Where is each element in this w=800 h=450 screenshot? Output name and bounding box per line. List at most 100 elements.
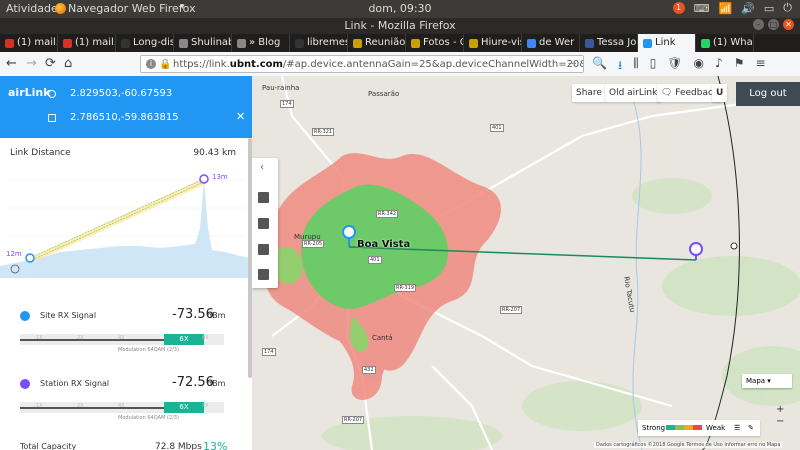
forward-button[interactable]: → [26,56,37,71]
back-button[interactable]: ← [6,56,17,71]
close-icon[interactable]: ✕ [236,110,245,123]
browser-tab[interactable]: de Wer [522,34,580,52]
browser-tab[interactable]: Tessa Jo [580,34,638,52]
battery-icon[interactable]: ▭ [764,2,774,15]
url-rest: /#ap.device.antennaGain=25&ap.deviceChan… [282,59,583,70]
map-attribution[interactable]: Dados cartográficos ©2018 Google Termos … [594,442,783,448]
map-toolbar: ‹ [252,158,278,288]
browser-tab[interactable]: (1) Wha [696,34,754,52]
tab-favicon-icon [469,38,478,48]
station-pin-icon [48,114,56,122]
document-icon[interactable] [258,244,269,255]
link-distance-value: 90.43 km [193,148,236,158]
power-icon[interactable]: ⏻ [783,1,792,15]
site-coordinates[interactable]: 2.829503,-60.67593 [70,88,172,99]
site-modulation-text: Modulation 64QAM (2/3) [118,347,179,353]
tab-label: Long-dis [133,37,174,48]
browser-tab[interactable]: Link [638,34,696,52]
browser-tab[interactable]: Shulinab vill [174,34,232,52]
browser-tab[interactable]: (1) mail. [58,34,116,52]
station-coordinates[interactable]: 2.786510,-59.863815 [70,112,179,123]
cart-icon[interactable] [258,269,269,280]
browser-tab[interactable]: (1) mail. [0,34,58,52]
library-icon[interactable]: ⫼ [633,56,639,77]
tab-label: Tessa Jo [597,37,637,48]
maximize-button[interactable]: □ [768,19,779,30]
save-icon[interactable] [258,192,269,203]
map-type-label: Mapa [746,377,766,385]
road-tag: 401 [368,256,382,264]
volume-icon[interactable]: 🔊 [741,2,755,15]
network-icon[interactable]: 📶 [718,2,732,15]
ubiquiti-logo-icon[interactable]: U [712,84,728,102]
modulation-tick: 1X [36,403,43,409]
logout-button[interactable]: Log out [736,82,800,106]
browser-tab[interactable]: libremes [290,34,348,52]
station-altitude: 13m [212,173,228,181]
zoom-in-button[interactable]: + [776,404,784,416]
site-rx-signal: Site RX Signal -73.56 dBm 1X 2X 4X 6X 8X… [0,307,252,368]
site-marker[interactable] [342,225,356,239]
road-tag: RR-205 [302,240,325,248]
link-details-panel: Link Distance 90.43 km 12m 13m Site RX S… [0,138,252,450]
folder-icon[interactable] [258,218,269,229]
city-label: Boa Vista [357,239,411,250]
extension-icon[interactable]: 🛡 [667,56,682,77]
legend-color-swatch [684,425,693,430]
close-window-button[interactable]: ✕ [783,19,794,30]
tab-favicon-icon [585,38,594,48]
modulation-tick: 1X [36,335,43,341]
window-titlebar: Link - Mozilla Firefox – □ ✕ [0,18,800,34]
modulation-tick: 4X [118,403,125,409]
old-airlink-button[interactable]: Old airLink [605,84,662,102]
share-button[interactable]: Share [572,84,606,102]
legend-color-swatch [666,425,675,430]
sidebar-icon[interactable]: ▯ [650,56,657,77]
info-icon[interactable]: i [146,59,156,69]
navigation-bar: ← → ⟳ ⌂ i 🔒 https://link.ubnt.com/#ap.de… [0,52,800,77]
road-tag: RR-207 [342,416,365,424]
tab-label: Reunião [365,37,406,48]
zoom-out-button[interactable]: − [776,416,784,428]
tab-label: (1) Wha [713,37,753,48]
home-button[interactable]: ⌂ [64,56,72,71]
airlink-logo: airLink [8,86,51,99]
extension-icon[interactable]: ⚑ [734,56,745,77]
extension-icon[interactable]: ◉ [694,56,704,77]
chevron-left-icon[interactable]: ‹ [260,162,264,173]
road-tag: 432 [362,366,376,374]
browser-tab[interactable]: » Blog [232,34,290,52]
station-marker[interactable] [689,242,703,256]
total-capacity-percent: 13% [203,440,228,450]
browser-tab[interactable]: Long-dis [116,34,174,52]
search-icon[interactable]: 🔍 [592,56,607,77]
tab-favicon-icon [237,38,246,48]
download-icon[interactable]: ⭳ [618,56,622,77]
road-tag: 401 [490,124,504,132]
page-actions-icon[interactable]: ··· [567,56,577,72]
keyboard-icon[interactable]: ⌨ [694,2,710,15]
extension-icon[interactable]: ♪ [715,56,723,77]
place-label: Passarão [368,90,400,98]
rss-icon[interactable]: ☰ [734,420,740,436]
system-top-bar: Atividades Navegador Web Firefox ▾ dom, … [0,0,800,18]
road-tag: 174 [280,100,294,108]
coverage-map[interactable]: ‹ Share Old airLink 🗨 Feedback U Log out… [252,76,800,450]
pencil-icon[interactable]: ✎ [748,420,754,436]
tab-label: Fotos - G [423,37,464,48]
browser-tab[interactable]: Hiure-vis [464,34,522,52]
browser-tab[interactable]: Reunião [348,34,406,52]
site-rx-unit: dBm [207,311,226,320]
browser-tab[interactable]: Fotos - G [406,34,464,52]
reload-button[interactable]: ⟳ [45,56,56,71]
total-capacity-value: 72.8 Mbps [155,442,202,450]
road-tag: RR-342 [376,210,399,218]
notification-badge[interactable]: 1 [672,2,685,14]
tab-label: Link [655,37,676,48]
station-rx-signal: Station RX Signal -72.56 dBm 1X 2X 4X 6X… [0,375,252,436]
map-type-select[interactable]: Mapa ▾ [742,374,792,388]
tab-label: libremes [307,37,348,48]
minimize-button[interactable]: – [753,19,764,30]
url-bar[interactable]: i 🔒 https://link.ubnt.com/#ap.device.ant… [140,55,584,73]
menu-icon[interactable]: ≡ [755,56,765,77]
